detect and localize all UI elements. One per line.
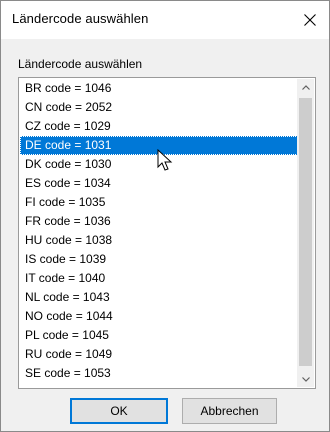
list-item[interactable]: FR code = 1036 bbox=[20, 212, 298, 231]
list-item[interactable]: PL code = 1045 bbox=[20, 326, 298, 345]
list-item[interactable]: FI code = 1035 bbox=[20, 193, 298, 212]
list-item[interactable]: SE code = 1053 bbox=[20, 364, 298, 383]
list-item[interactable]: BR code = 1046 bbox=[20, 79, 298, 98]
scroll-up-button[interactable] bbox=[297, 79, 314, 96]
country-code-listbox[interactable]: BR code = 1046 CN code = 2052 CZ code = 10… bbox=[18, 77, 316, 389]
list-item[interactable]: NO code = 1044 bbox=[20, 307, 298, 326]
ok-button[interactable]: OK bbox=[70, 398, 168, 424]
window-title: Ländercode auswählen bbox=[12, 11, 149, 26]
country-code-dialog: Ländercode auswählen Ländercode auswähle… bbox=[0, 0, 330, 432]
vertical-scrollbar[interactable] bbox=[297, 79, 314, 387]
chevron-up-icon bbox=[301, 84, 310, 90]
close-button[interactable] bbox=[291, 1, 329, 39]
scroll-down-button[interactable] bbox=[297, 370, 314, 387]
list-item[interactable]: HU code = 1038 bbox=[20, 231, 298, 250]
list-item[interactable]: IT code = 1040 bbox=[20, 269, 298, 288]
list-item[interactable]: DE code = 1031 bbox=[20, 136, 298, 155]
cancel-button[interactable]: Abbrechen bbox=[182, 398, 277, 424]
list-items: BR code = 1046 CN code = 2052 CZ code = 10… bbox=[20, 79, 298, 387]
close-icon bbox=[304, 14, 316, 26]
list-label: Ländercode auswählen bbox=[18, 57, 143, 71]
list-item[interactable]: CN code = 2052 bbox=[20, 98, 298, 117]
title-bar[interactable]: Ländercode auswählen bbox=[1, 1, 329, 39]
chevron-down-icon bbox=[301, 376, 310, 382]
scrollbar-thumb[interactable] bbox=[299, 98, 312, 366]
list-item[interactable]: RU code = 1049 bbox=[20, 345, 298, 364]
list-item[interactable]: DK code = 1030 bbox=[20, 155, 298, 174]
list-item[interactable]: NL code = 1043 bbox=[20, 288, 298, 307]
list-item[interactable]: ES code = 1034 bbox=[20, 174, 298, 193]
list-item[interactable]: CZ code = 1029 bbox=[20, 117, 298, 136]
list-item[interactable]: IS code = 1039 bbox=[20, 250, 298, 269]
